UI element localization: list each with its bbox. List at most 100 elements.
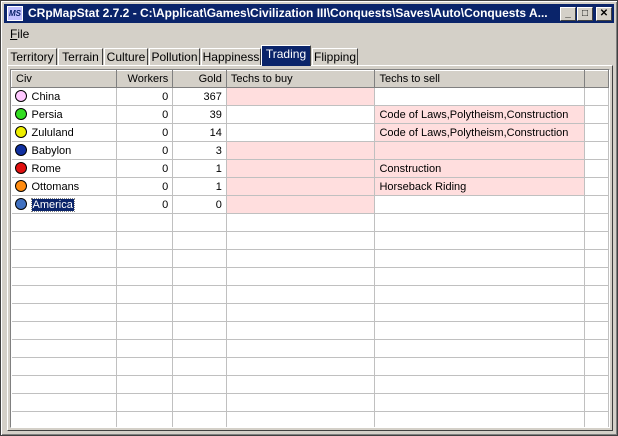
workers-cell: 0 (116, 159, 174, 178)
civ-color-swatch (14, 180, 27, 192)
menu-file[interactable]: File (10, 27, 29, 41)
empty-row (11, 249, 609, 268)
civ-cell[interactable]: Babylon (11, 141, 118, 160)
gold-cell: 14 (172, 123, 227, 142)
tab-pollution[interactable]: Pollution (149, 48, 200, 66)
title-bar[interactable]: MS CRpMapStat 2.7.2 - C:\Applicat\Games\… (4, 4, 614, 23)
workers-cell: 0 (116, 195, 174, 214)
civ-cell[interactable]: Ottomans (11, 177, 118, 196)
empty-cell (374, 231, 586, 250)
empty-cell (116, 213, 174, 232)
techs-to-sell-cell (374, 141, 586, 160)
empty-cell (374, 303, 586, 322)
col-header-gold[interactable]: Gold (172, 70, 227, 88)
col-header-workers[interactable]: Workers (116, 70, 174, 88)
empty-cell (226, 357, 376, 376)
tab-strip: Territory Terrain Culture Pollution Happ… (7, 45, 613, 66)
menu-file-label: ile (17, 27, 30, 41)
table-row[interactable]: Persia 0 39 Code of Laws,Polytheism,Constru… (11, 105, 609, 124)
gold-cell: 0 (172, 195, 227, 214)
empty-row (11, 303, 609, 322)
minimize-button[interactable]: _ (560, 7, 576, 21)
empty-cell (116, 411, 174, 427)
empty-cell (374, 285, 586, 304)
civ-cell[interactable]: Persia (11, 105, 118, 124)
empty-cell (116, 321, 174, 340)
tab-happiness[interactable]: Happiness (201, 48, 261, 66)
col-header-filler (584, 70, 609, 88)
empty-cell (172, 267, 227, 286)
civ-name: Persia (31, 108, 63, 121)
civ-color-swatch (14, 198, 27, 210)
app-icon[interactable]: MS (7, 6, 23, 21)
tab-trading[interactable]: Trading (261, 45, 311, 66)
gold-cell: 3 (172, 141, 227, 160)
workers-cell: 0 (116, 141, 174, 160)
empty-cell (116, 375, 174, 394)
empty-cell (172, 375, 227, 394)
tab-territory[interactable]: Territory (7, 48, 57, 66)
empty-cell (584, 393, 609, 412)
col-header-civ[interactable]: Civ (11, 70, 118, 88)
empty-cell (116, 267, 174, 286)
civ-cell[interactable]: America (11, 195, 118, 214)
techs-to-buy-cell (226, 87, 376, 106)
empty-row (11, 231, 609, 250)
trading-grid[interactable]: Civ Workers Gold Techs to buy Techs to s… (10, 69, 610, 428)
empty-cell (226, 411, 376, 427)
table-row[interactable]: Ottomans 0 1 Horseback Riding (11, 177, 609, 196)
table-row[interactable]: Babylon 0 3 (11, 141, 609, 160)
empty-cell (584, 411, 609, 427)
filler-cell (584, 159, 609, 178)
empty-row (11, 375, 609, 394)
empty-cell (584, 321, 609, 340)
empty-cell (11, 285, 118, 304)
empty-row (11, 321, 609, 340)
empty-cell (172, 393, 227, 412)
tab-culture[interactable]: Culture (104, 48, 148, 66)
filler-cell (584, 195, 609, 214)
filler-cell (584, 141, 609, 160)
empty-cell (116, 339, 174, 358)
techs-to-buy-cell (226, 105, 376, 124)
workers-cell: 0 (116, 105, 174, 124)
col-header-techs-to-sell[interactable]: Techs to sell (374, 70, 586, 88)
empty-cell (11, 375, 118, 394)
table-row[interactable]: Rome 0 1 Construction (11, 159, 609, 178)
civ-cell[interactable]: China (11, 87, 118, 106)
techs-to-buy-cell (226, 159, 376, 178)
civ-color-swatch (14, 126, 27, 138)
empty-row (11, 357, 609, 376)
empty-cell (116, 303, 174, 322)
empty-cell (374, 213, 586, 232)
table-row[interactable]: Zululand 0 14 Code of Laws,Polytheism,Const… (11, 123, 609, 142)
civ-color-swatch (14, 144, 27, 156)
empty-cell (11, 213, 118, 232)
empty-cell (226, 339, 376, 358)
col-header-techs-to-buy[interactable]: Techs to buy (225, 70, 376, 88)
empty-row (11, 267, 609, 286)
civ-cell[interactable]: Rome (11, 159, 118, 178)
tab-terrain[interactable]: Terrain (58, 48, 103, 66)
tab-flipping[interactable]: Flipping (312, 48, 358, 66)
maximize-button[interactable]: □ (577, 7, 593, 21)
empty-cell (116, 357, 174, 376)
empty-cell (226, 249, 376, 268)
empty-cell (226, 285, 376, 304)
empty-cell (584, 249, 609, 268)
gold-cell: 1 (172, 177, 227, 196)
table-row[interactable]: China 0 367 (11, 87, 609, 106)
gold-cell: 39 (172, 105, 227, 124)
empty-cell (11, 357, 118, 376)
empty-cell (584, 339, 609, 358)
empty-cell (172, 339, 227, 358)
empty-cell (172, 321, 227, 340)
table-row[interactable]: America 0 0 (11, 195, 609, 214)
empty-cell (11, 267, 118, 286)
close-button[interactable]: ✕ (596, 7, 612, 21)
civ-name: Rome (31, 162, 61, 175)
civ-cell[interactable]: Zululand (11, 123, 118, 142)
empty-cell (584, 267, 609, 286)
window-title: CRpMapStat 2.7.2 - C:\Applicat\Games\Civ… (28, 6, 548, 20)
empty-cell (116, 285, 174, 304)
